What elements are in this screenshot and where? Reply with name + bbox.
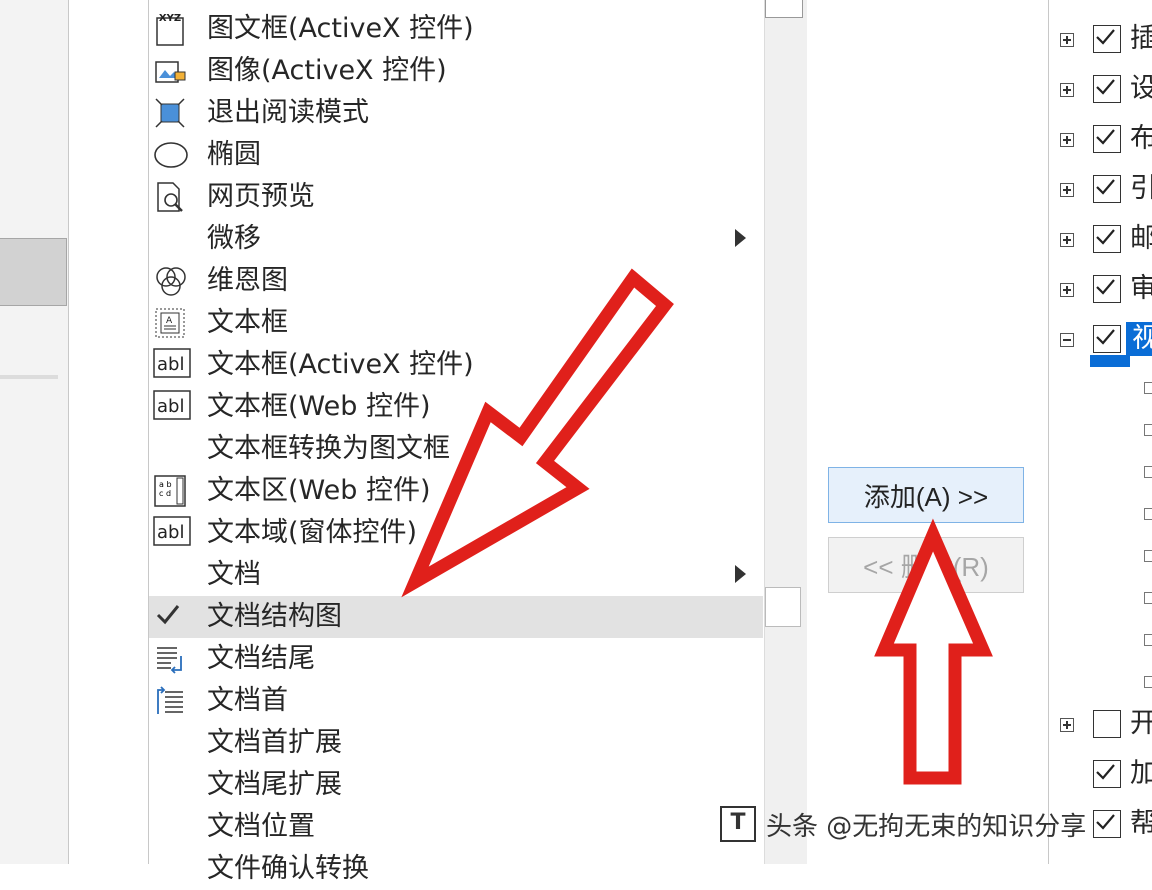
- annotation-arrows: [401, 268, 993, 785]
- toutiao-logo-icon: T: [720, 806, 756, 842]
- watermark-text: 头条 @无拘无束的知识分享: [766, 811, 1087, 842]
- red-arrow-diagonal: [401, 268, 674, 598]
- red-arrow-up: [874, 518, 993, 785]
- watermark: T 头条 @无拘无束的知识分享: [720, 800, 1086, 848]
